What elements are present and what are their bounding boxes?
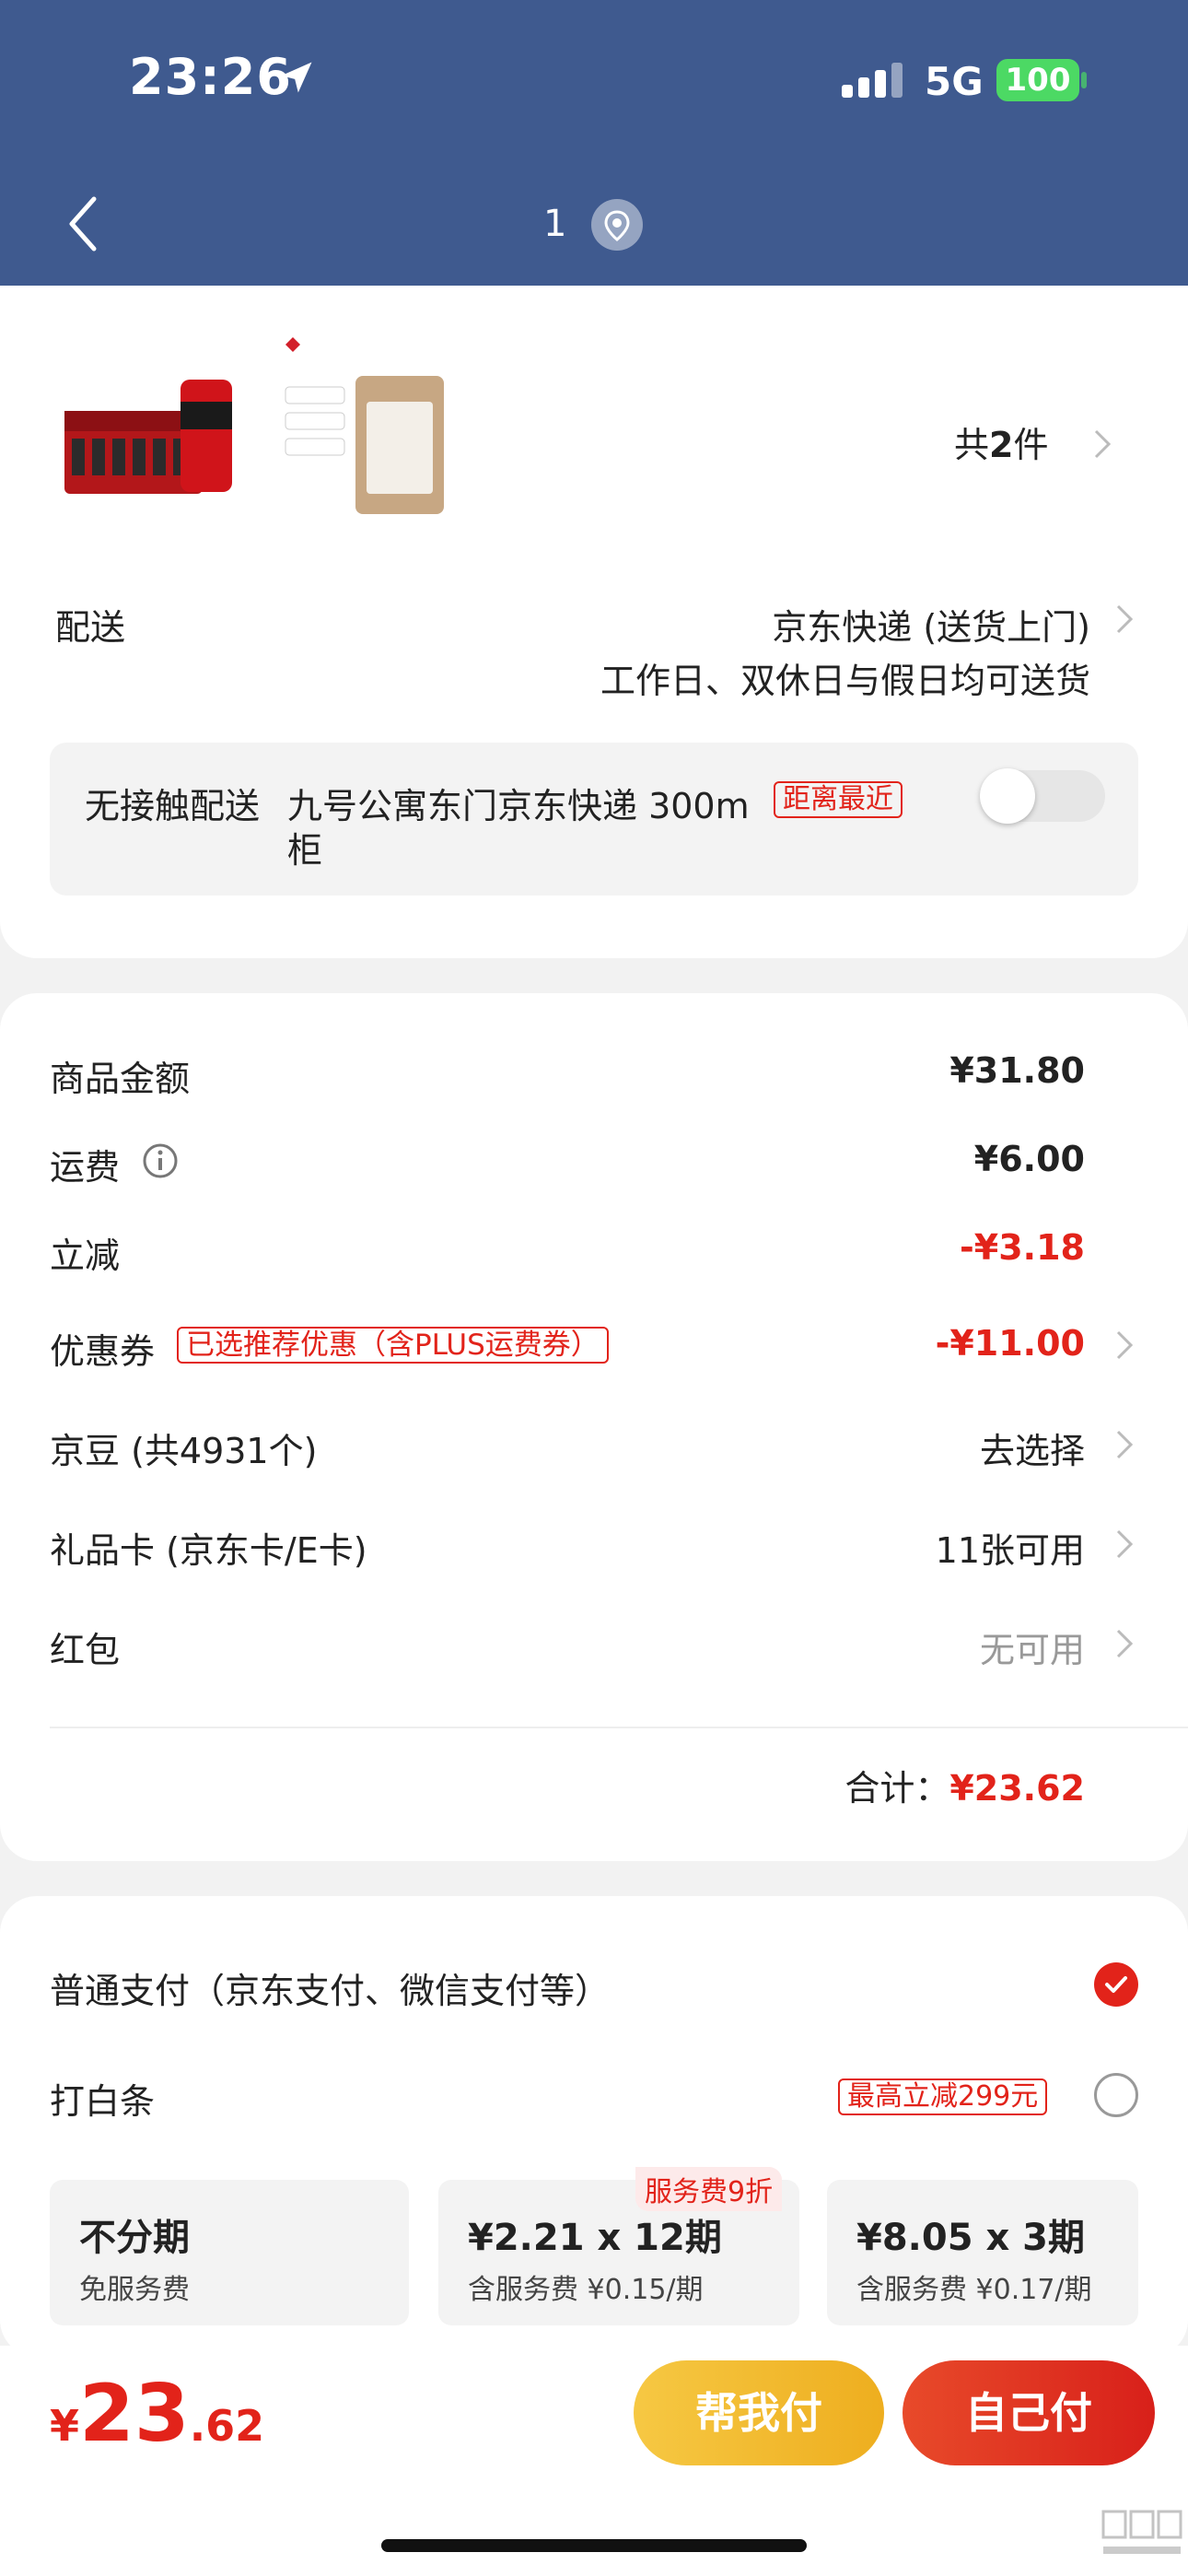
coupon-tag: 已选推荐优惠（含PLUS运费券） xyxy=(177,1327,609,1364)
jingdou-value[interactable]: 去选择 xyxy=(980,1423,1085,1473)
summary-divider xyxy=(50,1727,1188,1728)
service-fee-badge: 服务费9折 xyxy=(635,2167,783,2211)
pickup-address-cont: 柜 xyxy=(287,830,323,871)
status-time: 23:26 xyxy=(129,48,292,106)
toggle-knob xyxy=(980,768,1035,824)
product-image-cola[interactable] xyxy=(64,374,245,503)
watermark xyxy=(1100,2506,1182,2561)
battery-indicator: 100 xyxy=(996,59,1079,101)
currency-symbol: ¥ xyxy=(50,2401,80,2451)
nearest-tag: 距离最近 xyxy=(774,781,903,818)
delivery-label: 配送 xyxy=(55,607,126,648)
normal-pay-label[interactable]: 普通支付（京东支付、微信支付等） xyxy=(50,1962,610,2013)
location-arrow-icon xyxy=(281,62,312,93)
header: 23:26 5G 100 1 xyxy=(0,0,1188,286)
back-icon[interactable] xyxy=(66,195,99,252)
redpacket-value[interactable]: 无可用 xyxy=(980,1622,1085,1672)
chevron-right-icon[interactable] xyxy=(1114,1329,1135,1362)
giftcard-value[interactable]: 11张可用 xyxy=(936,1522,1085,1573)
shipping-label: 运费 xyxy=(50,1147,121,1188)
contactless-label: 无接触配送 xyxy=(85,786,261,826)
product-count[interactable]: 共2件 xyxy=(954,416,1048,467)
battery-tip xyxy=(1081,72,1087,88)
pay-myself-button[interactable]: 自己付 xyxy=(903,2360,1155,2465)
chevron-right-icon[interactable] xyxy=(1114,1627,1135,1660)
signal-icon xyxy=(842,63,903,98)
pay-amount: ¥23.62 xyxy=(50,2368,264,2460)
price-decimal: .62 xyxy=(189,2401,265,2451)
delivery-schedule: 工作日、双休日与假日均可送货 xyxy=(600,661,1090,701)
plan-sub: 免服务费 xyxy=(79,2274,190,2306)
chevron-right-icon[interactable] xyxy=(1092,427,1112,461)
giftcard-label: 礼品卡 (京东卡/E卡) xyxy=(50,1530,367,1571)
radio-unchecked-icon[interactable] xyxy=(1094,2073,1138,2117)
plan-sub: 含服务费 ¥0.15/期 xyxy=(468,2274,704,2306)
chevron-right-icon[interactable] xyxy=(1114,1428,1135,1461)
network-label: 5G xyxy=(925,59,984,104)
shipping-value: ¥6.00 xyxy=(973,1139,1085,1179)
redpacket-label: 红包 xyxy=(50,1630,121,1670)
checked-icon[interactable] xyxy=(1094,1962,1138,2007)
chevron-right-icon[interactable] xyxy=(1114,1528,1135,1561)
goods-amount-value: ¥31.80 xyxy=(949,1050,1085,1091)
discount-value: -¥3.18 xyxy=(960,1227,1085,1268)
plan-title: ¥8.05 x 3期 xyxy=(856,2217,1086,2259)
jingdou-label: 京豆 (共4931个) xyxy=(50,1431,318,1471)
plan-sub: 含服务费 ¥0.17/期 xyxy=(856,2274,1092,2306)
coupon-value[interactable]: -¥11.00 xyxy=(936,1323,1085,1364)
location-pin-icon[interactable] xyxy=(591,199,643,251)
chevron-right-icon[interactable] xyxy=(1114,603,1135,636)
price-integer: 23 xyxy=(79,2368,190,2460)
total-value: ¥23.62 xyxy=(949,1768,1085,1809)
baitiao-promo-tag: 最高立减299元 xyxy=(838,2078,1048,2115)
product-image-bag[interactable] xyxy=(276,337,460,521)
nav-title: 1 xyxy=(543,203,567,245)
plan-title: ¥2.21 x 12期 xyxy=(468,2217,722,2259)
goods-amount-label: 商品金额 xyxy=(50,1059,191,1099)
home-indicator xyxy=(381,2539,807,2552)
delivery-method[interactable]: 京东快递 (送货上门) xyxy=(772,599,1090,650)
coupon-label: 优惠券 xyxy=(50,1331,156,1372)
discount-label: 立减 xyxy=(50,1235,121,1276)
baitiao-label[interactable]: 打白条 xyxy=(50,2073,155,2124)
total-label: 合计： xyxy=(844,1768,950,1809)
total-row: 合计：¥23.62 xyxy=(844,1760,1085,1810)
help-me-pay-button[interactable]: 帮我付 xyxy=(634,2360,884,2465)
info-icon[interactable] xyxy=(142,1142,179,1179)
plan-title: 不分期 xyxy=(79,2217,190,2259)
pickup-address: 九号公寓东门京东快递 300m xyxy=(287,786,750,826)
